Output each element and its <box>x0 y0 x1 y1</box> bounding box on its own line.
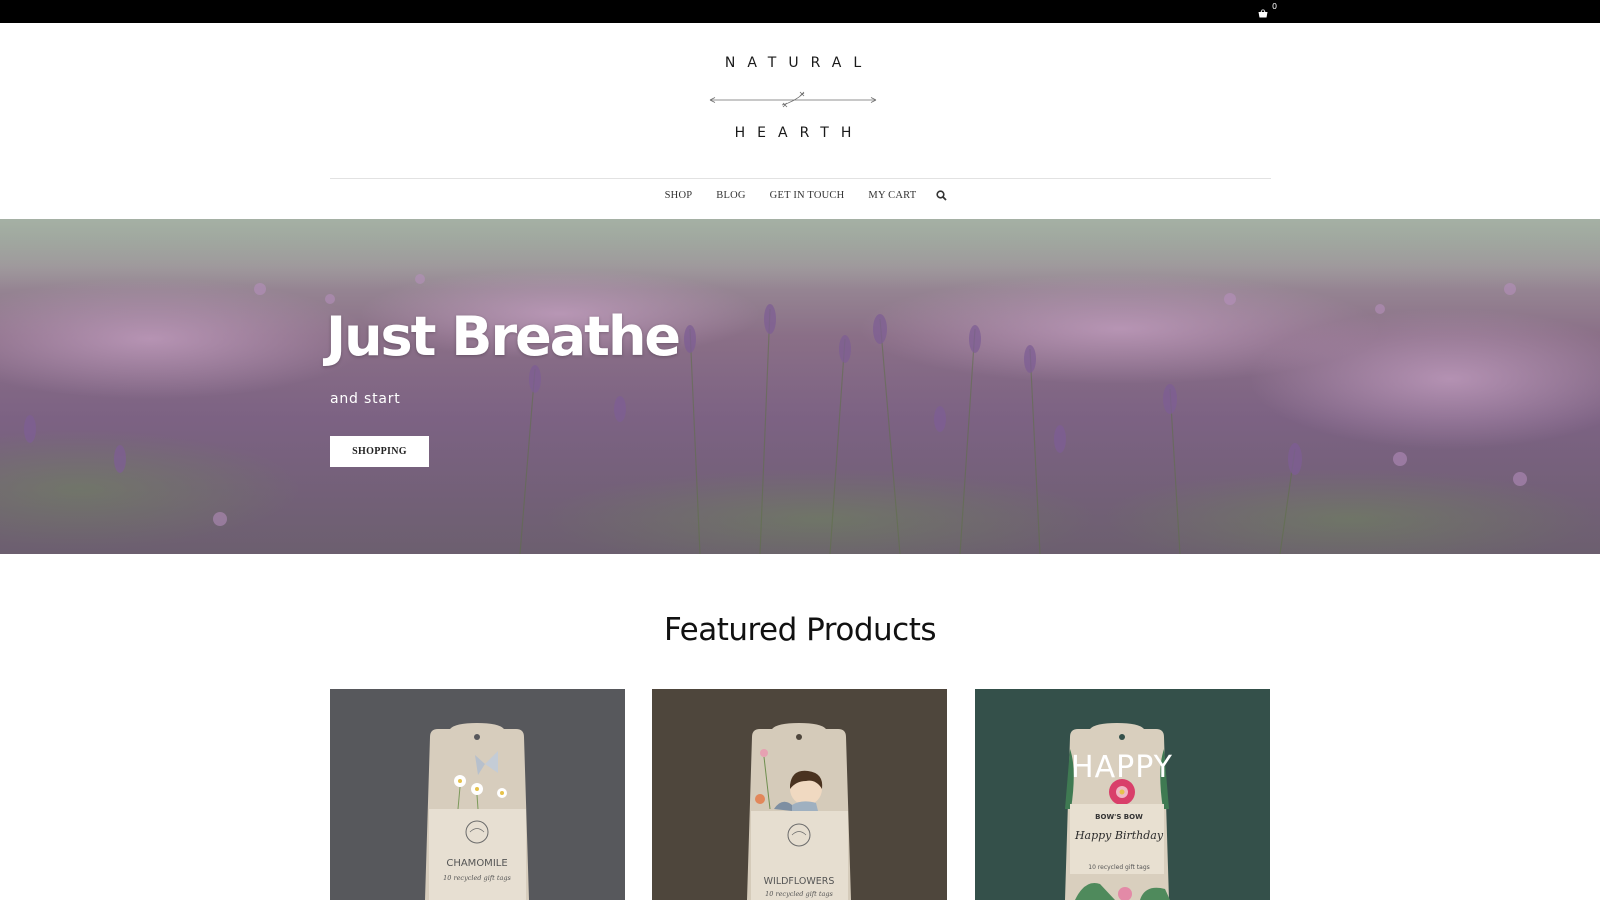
logo-line-hearth: HEARTH <box>734 125 864 141</box>
nav-blog[interactable]: BLOG <box>716 190 745 201</box>
hero-title: Just Breathe <box>326 305 681 368</box>
nav-my-cart[interactable]: MY CART <box>868 190 916 201</box>
product-card-happy-birthday[interactable]: HAPPY BOW'S BOW Happy Birthday 10 recycl… <box>975 689 1270 900</box>
site-logo[interactable]: NATURAL HEARTH <box>693 52 893 152</box>
search-icon <box>936 190 947 201</box>
top-utility-bar: 0 <box>0 0 1600 23</box>
svg-text:Happy Birthday: Happy Birthday <box>1074 829 1164 842</box>
chamomile-gift-tags-image: CHAMOMILE 10 recycled gift tags <box>425 723 529 900</box>
lavender-field-image <box>0 219 1600 554</box>
svg-text:CHAMOMILE: CHAMOMILE <box>446 858 507 869</box>
cart-count-badge: 0 <box>1272 2 1278 11</box>
nav-shop[interactable]: SHOP <box>665 190 693 201</box>
nav-search-button[interactable] <box>936 190 947 201</box>
basket-icon <box>1258 9 1268 18</box>
product-card-wildflowers[interactable]: WILDFLOWERS 10 recycled gift tags <box>652 689 947 900</box>
mini-cart[interactable]: 0 <box>1258 2 1278 20</box>
hero-subtitle: and start <box>330 391 401 407</box>
nav-get-in-touch[interactable]: GET IN TOUCH <box>770 190 845 201</box>
header-divider <box>330 178 1271 179</box>
hero-banner: Just Breathe and start SHOPPING <box>0 219 1600 554</box>
featured-products-heading: Featured Products <box>663 612 937 648</box>
logo-arrow-ornament <box>709 91 877 108</box>
wildflowers-gift-tags-image: WILDFLOWERS 10 recycled gift tags <box>747 723 851 900</box>
shop-now-button[interactable]: SHOPPING <box>330 436 429 467</box>
main-navigation: SHOP BLOG GET IN TOUCH MY CART <box>0 190 1600 201</box>
svg-text:WILDFLOWERS: WILDFLOWERS <box>764 876 835 887</box>
svg-text:10 recycled gift tags: 10 recycled gift tags <box>1088 864 1150 871</box>
product-card-chamomile[interactable]: CHAMOMILE 10 recycled gift tags <box>330 689 625 900</box>
svg-text:10 recycled gift tags: 10 recycled gift tags <box>443 874 511 882</box>
svg-text:BOW'S BOW: BOW'S BOW <box>1095 813 1143 821</box>
logo-line-natural: NATURAL <box>724 55 874 71</box>
happy-birthday-gift-tags-image: HAPPY BOW'S BOW Happy Birthday 10 recycl… <box>1065 723 1172 900</box>
svg-text:10 recycled gift tags: 10 recycled gift tags <box>765 890 833 898</box>
